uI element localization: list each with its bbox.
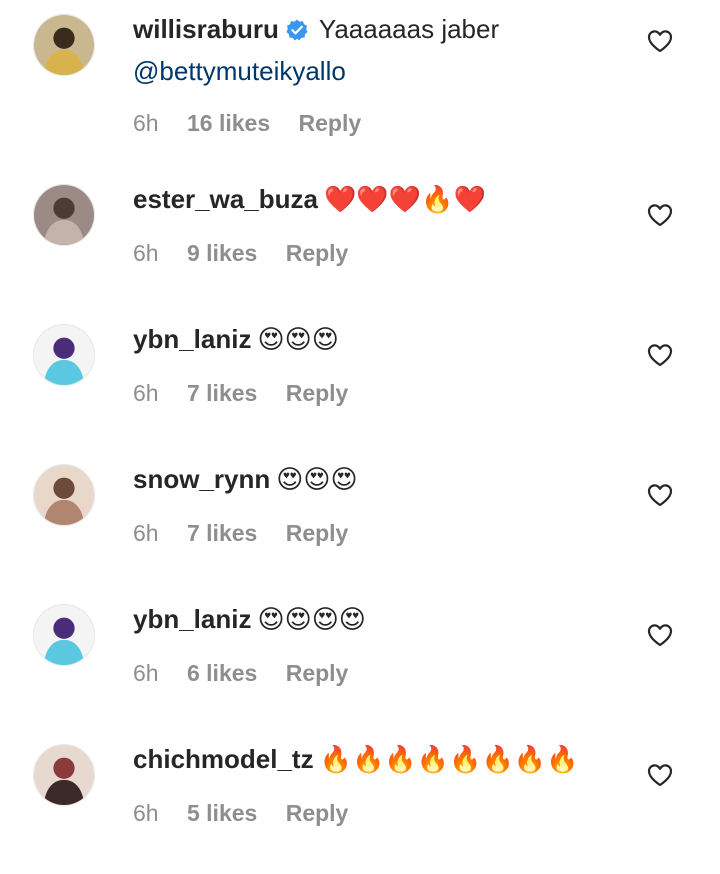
avatar[interactable] xyxy=(33,324,95,386)
comment-list: willisraburu Yaaaaaas jaber @bettymuteik… xyxy=(0,0,720,862)
comment-text: Yaaaaaas jaber xyxy=(318,14,500,44)
comment-likes-count[interactable]: 5 likes xyxy=(187,800,257,826)
avatar[interactable] xyxy=(33,464,95,526)
reply-button[interactable]: Reply xyxy=(299,110,362,136)
comment-likes-count[interactable]: 7 likes xyxy=(187,520,257,546)
comment-timestamp: 6h xyxy=(133,660,159,686)
reply-button[interactable]: Reply xyxy=(286,380,349,406)
comment-username[interactable]: willisraburu xyxy=(133,14,279,44)
comment-text: 😍😍😍😍 xyxy=(257,604,366,634)
comment-text: 😍😍😍 xyxy=(257,324,339,354)
comment-username[interactable]: ester_wa_buza xyxy=(133,184,318,214)
comment-text: 🔥🔥🔥🔥🔥🔥🔥🔥 xyxy=(319,744,579,774)
comment-username[interactable]: ybn_laniz xyxy=(133,604,251,634)
comment-likes-count[interactable]: 7 likes xyxy=(187,380,257,406)
comment-item: snow_rynn 😍😍😍 6h 7 likes Reply xyxy=(0,464,720,594)
reply-button[interactable]: Reply xyxy=(286,800,349,826)
heart-outline-icon[interactable] xyxy=(647,29,673,53)
comment-item: ybn_laniz 😍😍😍😍 6h 6 likes Reply xyxy=(0,604,720,734)
avatar[interactable] xyxy=(33,604,95,666)
comment-item: willisraburu Yaaaaaas jaber @bettymuteik… xyxy=(0,14,720,144)
reply-button[interactable]: Reply xyxy=(286,660,349,686)
comment-timestamp: 6h xyxy=(133,800,159,826)
comment-item: ester_wa_buza ❤️❤️❤️🔥❤️ 6h 9 likes Reply xyxy=(0,184,720,314)
comment-item: chichmodel_tz 🔥🔥🔥🔥🔥🔥🔥🔥 6h 5 likes Reply xyxy=(0,744,720,874)
comment-username[interactable]: chichmodel_tz xyxy=(133,744,314,774)
avatar[interactable] xyxy=(33,744,95,806)
comment-username[interactable]: snow_rynn xyxy=(133,464,270,494)
comment-likes-count[interactable]: 16 likes xyxy=(187,110,270,136)
comment-item: ybn_laniz 😍😍😍 6h 7 likes Reply xyxy=(0,324,720,454)
heart-outline-icon[interactable] xyxy=(647,203,673,227)
reply-button[interactable]: Reply xyxy=(286,520,349,546)
comment-mention-link[interactable]: @bettymuteikyallo xyxy=(133,52,640,90)
comment-likes-count[interactable]: 9 likes xyxy=(187,240,257,266)
comment-timestamp: 6h xyxy=(133,520,159,546)
verified-badge-icon xyxy=(285,14,309,52)
comment-likes-count[interactable]: 6 likes xyxy=(187,660,257,686)
avatar[interactable] xyxy=(33,14,95,76)
comment-text: ❤️❤️❤️🔥❤️ xyxy=(323,184,486,214)
comment-timestamp: 6h xyxy=(133,240,159,266)
comment-text: 😍😍😍 xyxy=(276,464,358,494)
comment-timestamp: 6h xyxy=(133,380,159,406)
avatar[interactable] xyxy=(33,184,95,246)
comment-timestamp: 6h xyxy=(133,110,159,136)
heart-outline-icon[interactable] xyxy=(647,343,673,367)
heart-outline-icon[interactable] xyxy=(647,623,673,647)
heart-outline-icon[interactable] xyxy=(647,483,673,507)
heart-outline-icon[interactable] xyxy=(647,763,673,787)
comment-username[interactable]: ybn_laniz xyxy=(133,324,251,354)
reply-button[interactable]: Reply xyxy=(286,240,349,266)
